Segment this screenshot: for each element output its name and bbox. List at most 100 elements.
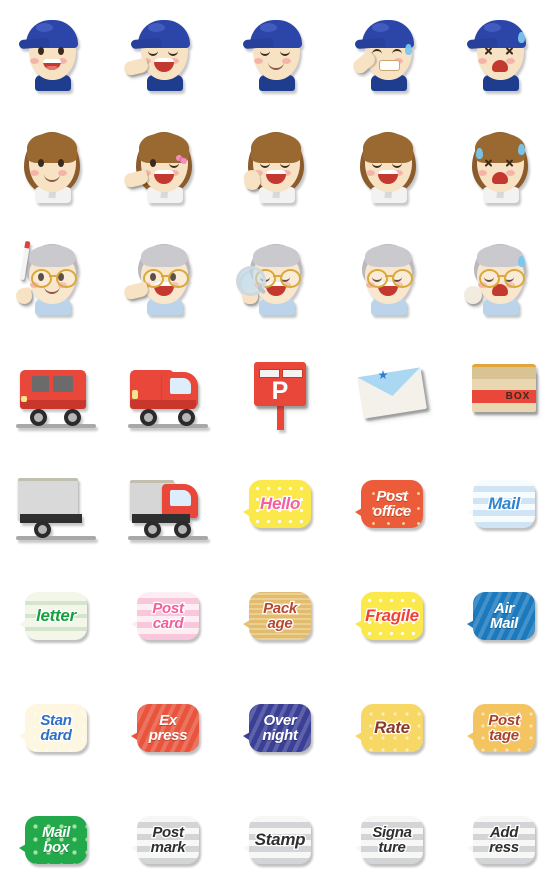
sticker-cell-bubble-postmark[interactable]: Post mark	[112, 784, 224, 896]
sticker-cell-bubble-hello[interactable]: Hello	[224, 448, 336, 560]
sticker-cell-clerk-point[interactable]	[224, 112, 336, 224]
sticker-cell-red-truck[interactable]	[112, 336, 224, 448]
sticker-bubble[interactable]: Air Mail	[467, 592, 535, 640]
sticker-text-line: Post	[151, 599, 185, 617]
glasses-icon	[365, 269, 413, 288]
sticker-cell-package-box[interactable]: BOX	[448, 336, 560, 448]
sticker-cell-bubble-stamp[interactable]: Stamp	[224, 784, 336, 896]
cheek-left	[30, 170, 39, 176]
sticker-bubble[interactable]: Hello	[243, 480, 311, 528]
sticker-text-line: Post	[151, 823, 185, 841]
cap-highlight	[372, 23, 389, 32]
sticker-cell-clerk-wave[interactable]	[112, 112, 224, 224]
sticker-bubble[interactable]: Mail	[467, 480, 535, 528]
sticker-text-line: tage	[488, 726, 521, 744]
sticker-bubble[interactable]: Post office	[355, 480, 423, 528]
box-label: BOX	[505, 391, 531, 402]
sticker-bubble[interactable]: letter	[19, 592, 87, 640]
cheek-left	[366, 170, 375, 176]
postman-upset-emoji	[462, 14, 546, 98]
package-box-emoji: BOX	[462, 350, 546, 434]
sticker-cell-postman-upset[interactable]	[448, 0, 560, 112]
clerk-neutral-emoji	[14, 126, 98, 210]
sticker-cell-silver-truck[interactable]	[112, 448, 224, 560]
sticker-cell-bubble-letter[interactable]: letter	[0, 560, 112, 672]
cap-highlight	[148, 23, 165, 32]
sticker-bubble[interactable]: Post mark	[131, 816, 199, 864]
sticker-cell-elder-upset[interactable]	[448, 224, 560, 336]
sticker-text-line: ture	[377, 838, 407, 856]
sticker-cell-postman-wave[interactable]	[112, 0, 224, 112]
sticker-cell-elder-wave[interactable]	[112, 224, 224, 336]
hair-bang	[27, 135, 51, 159]
magnifier-icon	[236, 266, 266, 296]
bubble-letter-emoji: letter	[14, 574, 98, 658]
sticker-bubble[interactable]: Post tage	[467, 704, 535, 752]
sticker-cell-clerk-neutral[interactable]	[0, 112, 112, 224]
red-van-emoji	[14, 350, 98, 434]
elder-magnifier-emoji	[236, 238, 322, 322]
sticker-cell-post-sign[interactable]: P	[224, 336, 336, 448]
sticker-cell-postman-apology[interactable]	[336, 0, 448, 112]
bubble-mail-emoji: Mail	[462, 462, 546, 546]
sticker-text-line: Mail	[487, 494, 522, 514]
sticker-text-line: Rate	[373, 718, 412, 738]
sticker-bubble[interactable]: Post card	[131, 592, 199, 640]
sticker-bubble[interactable]: Signa ture	[355, 816, 423, 864]
sticker-text-line: box	[43, 839, 69, 856]
sticker-bubble[interactable]: Pack age	[243, 592, 311, 640]
bubble-standard-emoji: Stan dard	[14, 686, 98, 770]
silver-truck-emoji	[126, 462, 210, 546]
sticker-cell-elder-laugh[interactable]	[336, 224, 448, 336]
sticker-cell-clerk-dizzy[interactable]	[448, 112, 560, 224]
sticker-cell-bubble-standard[interactable]: Stan dard	[0, 672, 112, 784]
sticker-cell-silver-trailer[interactable]	[0, 448, 112, 560]
sticker-bubble[interactable]: Ex press	[131, 704, 199, 752]
sticker-cell-bubble-postoffice[interactable]: Post office	[336, 448, 448, 560]
sticker-cell-red-van[interactable]	[0, 336, 112, 448]
sticker-text-line: night	[262, 727, 298, 744]
sticker-cell-bubble-address[interactable]: Add ress	[448, 784, 560, 896]
bubble-signature-emoji: Signa ture	[350, 798, 434, 882]
sticker-cell-elder-magnify[interactable]	[224, 224, 336, 336]
sticker-cell-bubble-package[interactable]: Pack age	[224, 560, 336, 672]
sticker-bubble[interactable]: Add ress	[467, 816, 535, 864]
clerk-waving-wink-emoji	[122, 126, 210, 210]
waving-hand-icon	[122, 281, 150, 301]
bubble-postoffice-emoji: Post office	[350, 462, 434, 546]
bubble-address-emoji: Add ress	[462, 798, 546, 882]
sticker-bubble[interactable]: Over night	[243, 704, 311, 752]
emoji-sticker-grid: P BOX Hello Post office Mail letter Post card Pac…	[0, 0, 560, 896]
clerk-laughing-emoji	[350, 126, 434, 210]
sticker-bubble[interactable]: Stamp	[243, 816, 311, 864]
sticker-cell-bubble-fragile[interactable]: Fragile	[336, 560, 448, 672]
sticker-cell-bubble-overnight[interactable]: Over night	[224, 672, 336, 784]
sticker-cell-bubble-airmail[interactable]: Air Mail	[448, 560, 560, 672]
hair-bang	[363, 135, 387, 159]
sticker-cell-elder-pen[interactable]	[0, 224, 112, 336]
sticker-cell-bubble-rate[interactable]: Rate	[336, 672, 448, 784]
cheek-left	[478, 170, 487, 176]
sticker-cell-bubble-mailbox[interactable]: Mail box	[0, 784, 112, 896]
sticker-cell-bubble-mail[interactable]: Mail	[448, 448, 560, 560]
sticker-cell-envelope[interactable]	[336, 336, 448, 448]
bubble-airmail-emoji: Air Mail	[462, 574, 546, 658]
sticker-text-line: Pack	[262, 599, 299, 617]
sticker-bubble[interactable]: Stan dard	[19, 704, 87, 752]
sticker-cell-postman-smile[interactable]	[0, 0, 112, 112]
sticker-bubble[interactable]: Rate	[355, 704, 423, 752]
cheek-left	[254, 58, 263, 64]
bubble-rate-emoji: Rate	[350, 686, 434, 770]
sticker-cell-bubble-postage[interactable]: Post tage	[448, 672, 560, 784]
sticker-cell-postman-calm[interactable]	[224, 0, 336, 112]
sticker-text-line: mark	[149, 838, 187, 856]
sticker-cell-bubble-express[interactable]: Ex press	[112, 672, 224, 784]
sticker-cell-bubble-postcard[interactable]: Post card	[112, 560, 224, 672]
cap-highlight	[484, 23, 501, 32]
waving-hand-icon	[122, 57, 150, 77]
post-sign-emoji: P	[238, 350, 322, 434]
sticker-bubble[interactable]: Fragile	[355, 592, 423, 640]
sticker-cell-clerk-laugh[interactable]	[336, 112, 448, 224]
sticker-cell-bubble-signature[interactable]: Signa ture	[336, 784, 448, 896]
sticker-bubble[interactable]: Mail box	[19, 816, 87, 864]
